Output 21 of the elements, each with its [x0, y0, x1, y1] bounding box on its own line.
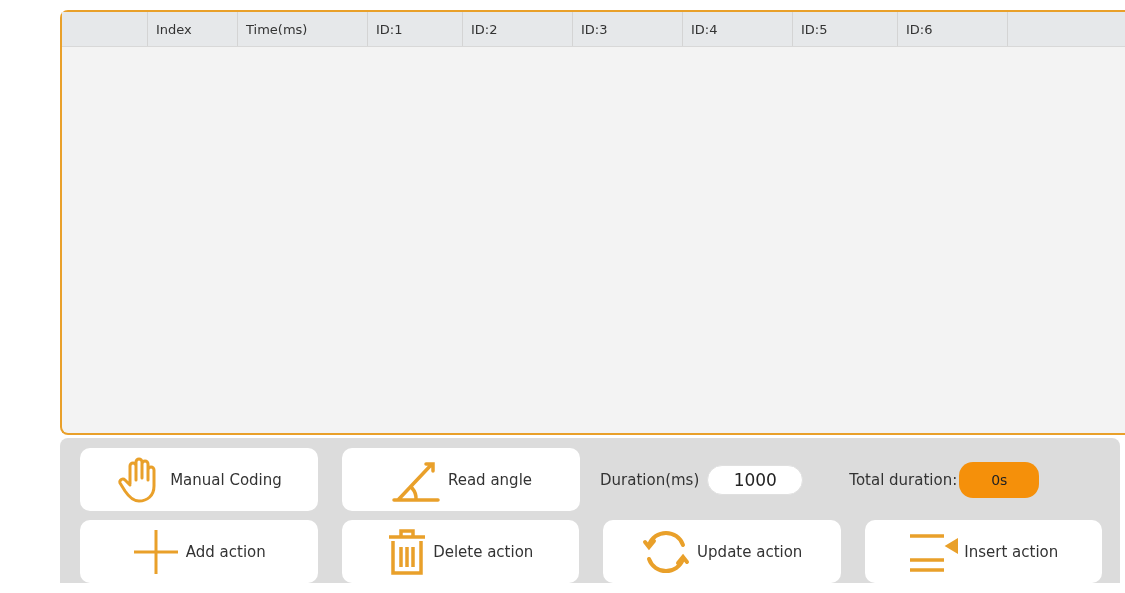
action-button[interactable]: Add action — [80, 520, 318, 583]
total-duration-value: 0s — [959, 461, 1040, 498]
plus-icon — [131, 527, 180, 576]
trash-icon — [387, 526, 428, 577]
column-header[interactable]: ID:1 — [367, 12, 462, 46]
column-header[interactable]: ID:4 — [682, 12, 792, 46]
duration-label: Duration(ms) — [600, 470, 700, 489]
column-header[interactable]: Time(ms) — [237, 12, 367, 46]
column-header[interactable]: ID:2 — [462, 12, 572, 46]
insert-icon — [908, 531, 959, 572]
action-button[interactable]: Read angle — [342, 448, 580, 511]
column-header[interactable]: ID:3 — [572, 12, 682, 46]
action-button[interactable]: Manual Coding — [80, 448, 318, 511]
action-button[interactable]: Update action — [603, 520, 841, 583]
action-button[interactable]: Insert action — [864, 520, 1102, 583]
duration-field[interactable]: 1000 — [707, 464, 804, 495]
column-header[interactable]: ID:5 — [792, 12, 897, 46]
column-header[interactable]: ID:6 — [897, 12, 1007, 46]
column-header[interactable]: Index — [147, 12, 237, 46]
action-button[interactable]: Delete action — [341, 520, 579, 583]
total-duration-label: Total duration: — [849, 470, 958, 489]
